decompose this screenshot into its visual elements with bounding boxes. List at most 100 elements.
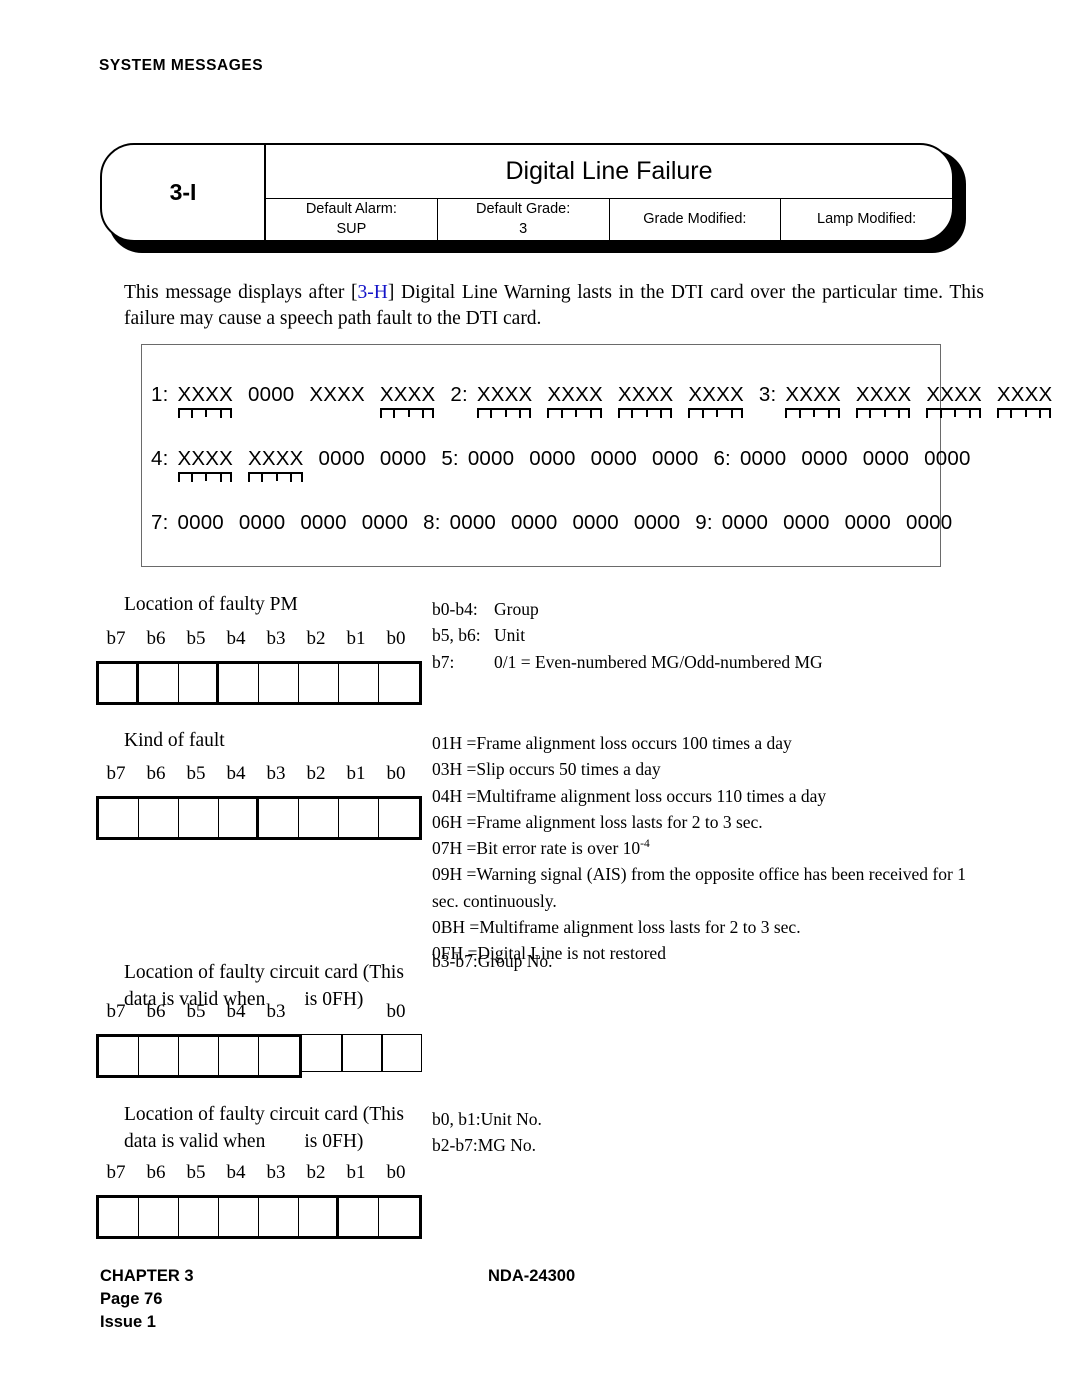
bit-cell[interactable]: [302, 1034, 342, 1072]
cross-reference-link[interactable]: 3-H: [358, 282, 388, 303]
bit-cell[interactable]: [339, 1198, 379, 1236]
annotation-key: 01H =: [432, 733, 477, 753]
annotation-text: Frame alignment loss lasts for 2 to 3 se…: [476, 811, 763, 832]
message-id: 3-I: [102, 145, 266, 240]
bit-label: b0: [386, 763, 406, 784]
bit-cell[interactable]: [99, 1198, 139, 1236]
bit-label-row: b7 b6 b5 b4 b3 b2 b1 b0: [96, 628, 416, 650]
bit-label: b5: [186, 1001, 206, 1022]
byte-tick: [939, 410, 942, 418]
bit-cell[interactable]: [179, 1037, 219, 1075]
bit-group-thin: [302, 1034, 422, 1078]
byte-tick: [290, 474, 293, 482]
bit-cell[interactable]: [139, 664, 179, 702]
byte-tick: [660, 410, 663, 418]
bit-cell[interactable]: [139, 799, 179, 837]
data-row-index: 2:: [450, 383, 468, 406]
bit-cell[interactable]: [379, 799, 419, 837]
bit-cell[interactable]: [379, 1198, 419, 1236]
data-word: 0000: [318, 447, 365, 470]
data-word: 0000: [248, 383, 295, 406]
annotation-text: Slip occurs 50 times a day: [476, 759, 661, 780]
data-row-index: 9:: [695, 511, 713, 534]
bit-cell[interactable]: [179, 799, 219, 837]
bit-cell[interactable]: [339, 664, 379, 702]
data-word: 0000: [721, 511, 769, 534]
annotation-text: Unit: [494, 625, 526, 646]
data-word: XXXX: [996, 383, 1053, 418]
bit-cell[interactable]: [179, 1198, 219, 1236]
data-word: XXXX: [248, 447, 304, 482]
data-word: 0000: [652, 447, 699, 470]
bit-cell[interactable]: [342, 1034, 382, 1072]
bit-cell[interactable]: [219, 1198, 259, 1236]
bit-cell[interactable]: [259, 1198, 299, 1236]
annotation-line: b5, b6: Unit: [432, 622, 823, 648]
byte-tick: [898, 410, 901, 418]
running-header: SYSTEM MESSAGES: [99, 57, 264, 74]
data-word: 0000: [300, 511, 347, 534]
byte-tick: [1039, 410, 1042, 418]
data-word: 0000: [511, 511, 558, 534]
bit-cell[interactable]: [219, 799, 259, 837]
bit-cell[interactable]: [259, 799, 299, 837]
message-data-frame: 1: XXXX 0000 XXXX XXXX 2: XXXX XXXX XXXX XXXX 3: XX…: [141, 344, 1052, 567]
bit-cell[interactable]: [299, 799, 339, 837]
plate-cell-label: Grade Modified:: [643, 210, 747, 227]
section-caption: Location of faulty PM: [124, 592, 298, 619]
data-row: 7: 0000 0000 0000 0000 8: 0000 0000 0000 0000 9: 00…: [151, 511, 967, 535]
annotation-line: b3-b7: Group No.: [432, 948, 553, 974]
bit-cell[interactable]: [139, 1037, 179, 1075]
bit-label: b6: [146, 1162, 166, 1183]
bit-cell[interactable]: [179, 664, 219, 702]
annotation-key: 04H =: [432, 785, 477, 806]
bit-cell[interactable]: [139, 1198, 179, 1236]
bit-label: b0: [386, 1162, 406, 1183]
bit-cell[interactable]: [99, 664, 139, 702]
annotation-line: 09H = Warning signal (AIS) from the oppo…: [432, 861, 992, 914]
bit-field-box: [96, 1034, 422, 1078]
byte-tick: [190, 410, 193, 418]
document-page: SYSTEM MESSAGES 3-I Digital Line Failure…: [0, 0, 1080, 1397]
bit-cell[interactable]: [99, 1037, 139, 1075]
data-word: 0000: [449, 511, 497, 534]
bit-label-row: b7 b6 b5 b4 b3 b2 b1 b0: [96, 763, 416, 785]
footer-page: Page 76: [100, 1289, 163, 1308]
annotation-text: Multiframe alignment loss lasts for 2 to…: [479, 916, 801, 937]
byte-tick: [422, 410, 425, 418]
bit-label: b6: [146, 628, 166, 649]
bit-cell[interactable]: [382, 1034, 422, 1072]
data-word: XXXX: [379, 383, 436, 418]
bit-label: b5: [186, 1162, 206, 1183]
bit-label: b3: [266, 763, 286, 784]
bit-cell[interactable]: [259, 1037, 299, 1075]
annotation-exponent: -4: [640, 838, 650, 851]
annotation-line: b0, b1: Unit No.: [432, 1106, 542, 1132]
bit-cell[interactable]: [99, 799, 139, 837]
data-word: XXXX: [855, 383, 912, 418]
byte-tick: [701, 410, 704, 418]
bit-cell[interactable]: [379, 664, 419, 702]
data-row-index: 3:: [758, 383, 777, 406]
message-title: Digital Line Failure: [266, 145, 952, 199]
bit-cell[interactable]: [299, 1198, 339, 1236]
bit-label: [296, 1001, 336, 1023]
bit-cell[interactable]: [299, 664, 339, 702]
data-word: 0000: [924, 447, 971, 470]
data-row-index: 5:: [441, 447, 459, 470]
bit-cell[interactable]: [219, 664, 259, 702]
bit-cell[interactable]: [339, 799, 379, 837]
section-caption: Location of faulty circuit card (This dat…: [124, 1102, 404, 1155]
bit-cell[interactable]: [219, 1037, 259, 1075]
bit-label: b4: [226, 1001, 246, 1022]
annotation-text: MG No.: [477, 1135, 537, 1156]
bit-label: b2: [306, 628, 326, 649]
bit-cell[interactable]: [259, 664, 299, 702]
data-word: 0000: [379, 447, 427, 470]
bit-field-box: [96, 796, 422, 840]
footer-chapter: CHAPTER 3: [100, 1267, 194, 1285]
message-description: This message displays after [3-H] Digita…: [124, 280, 984, 331]
data-word: XXXX: [309, 383, 365, 406]
data-word: 0000: [467, 447, 515, 470]
annotation-line: 07H = Bit error rate is over 10-4: [432, 835, 992, 861]
